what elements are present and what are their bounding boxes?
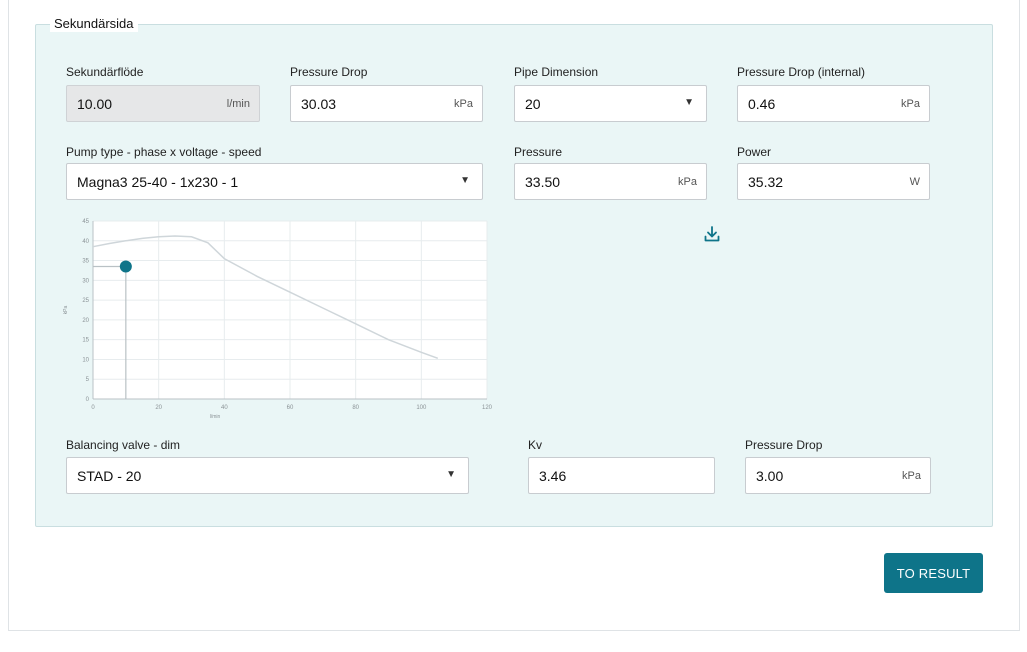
pressure-value: 33.50 — [525, 174, 561, 190]
pressure-drop-internal-label: Pressure Drop (internal) — [737, 65, 866, 79]
y-tick-label: 35 — [82, 259, 89, 265]
caret-down-icon: ▼ — [684, 97, 694, 108]
flow-unit: l/min — [226, 98, 250, 110]
valve-pressure-drop-value: 3.00 — [756, 468, 784, 484]
pump-type-select[interactable]: Magna3 25-40 - 1x230 - 1 ▼ — [66, 163, 483, 200]
power-field[interactable]: 35.32 W — [737, 163, 930, 200]
power-unit: W — [909, 176, 920, 188]
pump-curve-chart: 0 20 40 60 80 100 120 0 5 10 15 20 25 30 35 40 45 l/min kP… — [63, 219, 493, 420]
y-tick-label: 40 — [82, 239, 89, 245]
to-result-button[interactable]: TO RESULT — [884, 553, 983, 593]
x-tick-label: 100 — [416, 405, 427, 411]
flow-label: Sekundärflöde — [66, 65, 144, 79]
y-tick-label: 20 — [82, 318, 89, 324]
pipe-dimension-value: 20 — [525, 96, 541, 112]
pipe-dimension-select[interactable]: 20 ▼ — [514, 85, 707, 122]
pump-type-label: Pump type - phase x voltage - speed — [66, 145, 262, 159]
y-tick-label: 10 — [82, 357, 89, 363]
x-tick-label: 40 — [221, 405, 228, 411]
pressure-drop-label: Pressure Drop — [290, 65, 368, 79]
pump-type-value: Magna3 25-40 - 1x230 - 1 — [77, 174, 239, 190]
x-tick-label: 60 — [287, 405, 294, 411]
x-axis-label: l/min — [210, 414, 221, 420]
y-tick-label: 15 — [82, 338, 89, 344]
pressure-drop-internal-unit: kPa — [901, 98, 920, 110]
balancing-valve-value: STAD - 20 — [77, 468, 142, 484]
y-tick-label: 30 — [82, 278, 89, 284]
y-tick-label: 25 — [82, 298, 89, 304]
section-title: Sekundärsida — [50, 16, 138, 32]
x-tick-label: 0 — [91, 405, 95, 411]
pressure-unit: kPa — [678, 176, 697, 188]
pressure-drop-field[interactable]: 30.03 kPa — [290, 85, 483, 122]
valve-pressure-drop-unit: kPa — [902, 470, 921, 482]
balancing-valve-label: Balancing valve - dim — [66, 438, 181, 452]
x-tick-label: 120 — [482, 405, 493, 411]
x-tick-label: 20 — [155, 405, 162, 411]
flow-field: 10.00 l/min — [66, 85, 260, 122]
x-tick-label: 80 — [352, 405, 359, 411]
pressure-field[interactable]: 33.50 kPa — [514, 163, 707, 200]
operating-point-marker — [119, 260, 132, 273]
pressure-drop-value: 30.03 — [301, 96, 337, 112]
pressure-drop-unit: kPa — [454, 98, 473, 110]
valve-pressure-drop-field[interactable]: 3.00 kPa — [745, 457, 931, 494]
kv-field[interactable]: 3.46 — [528, 457, 715, 494]
power-label: Power — [737, 145, 772, 159]
caret-down-icon: ▼ — [460, 175, 470, 186]
pressure-drop-internal-value: 0.46 — [748, 96, 776, 112]
y-tick-label: 45 — [82, 219, 89, 225]
pressure-drop-internal-field[interactable]: 0.46 kPa — [737, 85, 930, 122]
flow-value: 10.00 — [77, 96, 113, 112]
pipe-dimension-label: Pipe Dimension — [514, 65, 599, 79]
y-axis-label: kPa — [63, 305, 69, 314]
y-tick-label: 5 — [86, 377, 90, 383]
valve-pressure-drop-label: Pressure Drop — [745, 438, 823, 452]
kv-label: Kv — [528, 438, 543, 452]
y-tick-label: 0 — [86, 397, 90, 403]
download-icon[interactable] — [703, 225, 721, 243]
balancing-valve-select[interactable]: STAD - 20 ▼ — [66, 457, 469, 494]
kv-value: 3.46 — [539, 468, 567, 484]
power-value: 35.32 — [748, 174, 784, 190]
pressure-label: Pressure — [514, 145, 563, 159]
caret-down-icon: ▼ — [446, 469, 456, 480]
